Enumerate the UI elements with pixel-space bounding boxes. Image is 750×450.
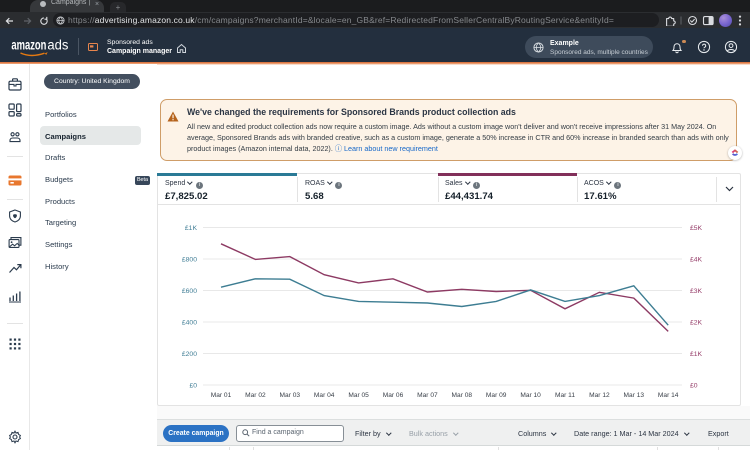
- svg-text:£4K: £4K: [690, 257, 703, 264]
- svg-text:ads: ads: [47, 38, 68, 53]
- svg-text:Mar 04: Mar 04: [314, 392, 335, 399]
- svg-text:£600: £600: [182, 288, 197, 295]
- svg-text:Mar 08: Mar 08: [452, 392, 473, 399]
- svg-text:Mar 02: Mar 02: [245, 392, 266, 399]
- svg-text:Mar 09: Mar 09: [486, 392, 507, 399]
- svg-text:Mar 11: Mar 11: [555, 392, 575, 399]
- svg-text:£1K: £1K: [185, 225, 198, 232]
- svg-text:Mar 10: Mar 10: [520, 392, 541, 399]
- svg-text:£1K: £1K: [690, 351, 703, 358]
- svg-text:Mar 14: Mar 14: [658, 392, 679, 399]
- svg-text:£400: £400: [182, 320, 197, 327]
- svg-text:Mar 06: Mar 06: [383, 392, 404, 399]
- svg-text:£3K: £3K: [690, 288, 703, 295]
- svg-text:Mar 03: Mar 03: [280, 392, 301, 399]
- svg-text:Mar 01: Mar 01: [211, 392, 232, 399]
- svg-text:Mar 05: Mar 05: [348, 392, 369, 399]
- svg-text:£2K: £2K: [690, 320, 703, 327]
- svg-text:£5K: £5K: [690, 225, 703, 232]
- svg-text:Mar 13: Mar 13: [624, 392, 645, 399]
- svg-text:Mar 12: Mar 12: [589, 392, 610, 399]
- svg-text:amazon: amazon: [11, 38, 46, 53]
- svg-text:Mar 07: Mar 07: [417, 392, 438, 399]
- svg-text:£0: £0: [690, 383, 698, 390]
- svg-text:£200: £200: [182, 351, 197, 358]
- svg-text:£0: £0: [189, 383, 197, 390]
- svg-text:£800: £800: [182, 257, 197, 264]
